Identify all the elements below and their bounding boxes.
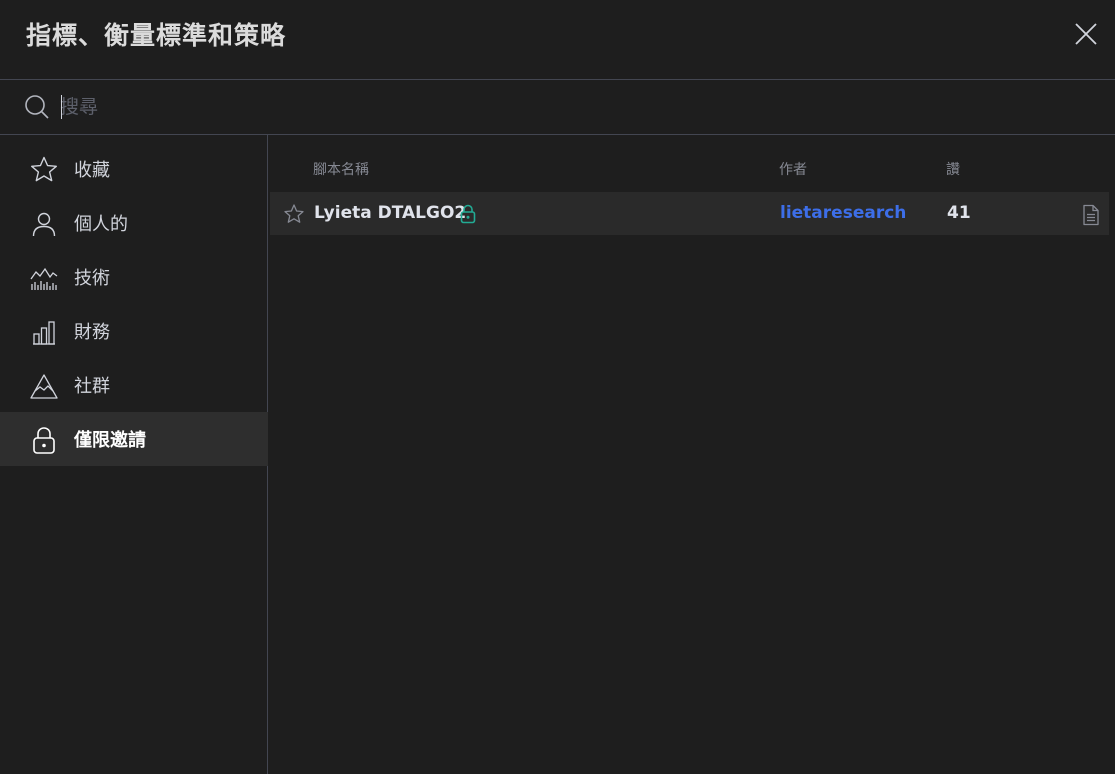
close-icon (1075, 23, 1097, 45)
sidebar-item-label: 財務 (74, 322, 110, 343)
text-caret (61, 95, 62, 119)
sidebar-item-label: 收藏 (74, 160, 110, 181)
script-likes: 41 (947, 203, 971, 223)
close-button[interactable] (1068, 16, 1104, 52)
sidebar-item-label: 技術 (74, 268, 110, 289)
sidebar-item-label: 個人的 (74, 214, 128, 235)
column-header-likes: 讚 (946, 162, 960, 178)
dialog-title: 指標、衡量標準和策略 (26, 21, 287, 50)
lock-icon (33, 427, 55, 454)
sidebar-item-label: 社群 (74, 376, 110, 397)
column-header-author: 作者 (779, 162, 807, 178)
sidebar-item-invite-only[interactable]: 僅限邀請 (0, 412, 268, 466)
category-sidebar: 收藏 個人的 技術 財務 社群 僅限邀請 (0, 135, 268, 774)
scripts-list: 腳本名稱 作者 讚 Lyieta DTALGO2 lietaresearch 4… (269, 135, 1115, 774)
sidebar-item-technical[interactable]: 技術 (0, 250, 268, 304)
dialog-header: 指標、衡量標準和策略 (0, 0, 1115, 80)
user-icon (32, 212, 56, 237)
column-header-script-name: 腳本名稱 (313, 162, 369, 178)
star-icon (31, 156, 57, 182)
bar-chart-icon (33, 321, 55, 345)
script-name[interactable]: Lyieta DTALGO2 (314, 203, 466, 223)
mountain-icon (30, 374, 58, 399)
source-code-icon[interactable] (1081, 204, 1101, 226)
search-bar (0, 80, 1115, 135)
search-input[interactable] (60, 90, 1090, 124)
sidebar-item-label: 僅限邀請 (74, 430, 146, 451)
indicators-dialog: 指標、衡量標準和策略 收藏 個人的 (0, 0, 1115, 774)
table-row[interactable]: Lyieta DTALGO2 lietaresearch 41 (270, 192, 1109, 235)
favorite-star-icon[interactable] (283, 203, 305, 225)
sidebar-item-community[interactable]: 社群 (0, 358, 268, 412)
chart-waves-icon (30, 267, 58, 290)
script-author-link[interactable]: lietaresearch (780, 203, 906, 223)
lock-icon (460, 204, 476, 224)
sidebar-item-favorites[interactable]: 收藏 (0, 142, 268, 196)
search-icon (25, 95, 49, 119)
sidebar-item-personal[interactable]: 個人的 (0, 196, 268, 250)
sidebar-item-financial[interactable]: 財務 (0, 304, 268, 358)
